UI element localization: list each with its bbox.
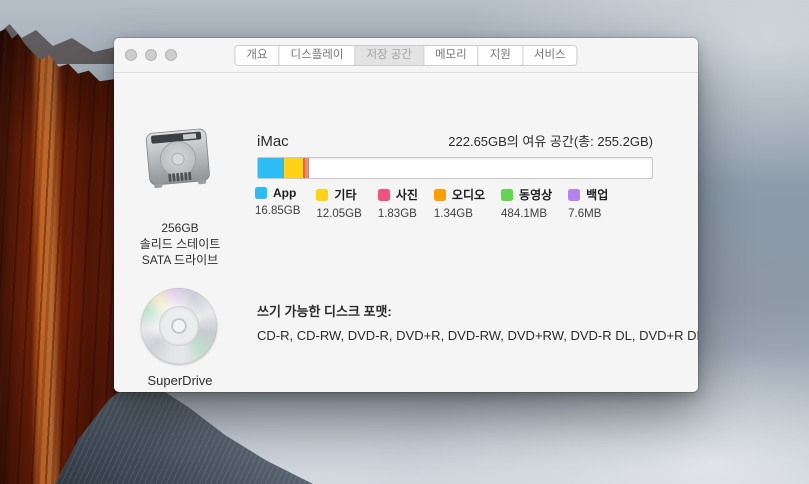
legend-label: 오디오 — [452, 186, 485, 203]
minimize-button[interactable] — [145, 49, 157, 61]
legend-value: 1.83GB — [378, 208, 418, 220]
about-mac-window: 개요디스플레이저장 공간메모리지원서비스 — [114, 38, 698, 392]
device-name: iMac — [257, 133, 289, 150]
legend-color-chip — [255, 187, 267, 199]
drive-label-line: 솔리드 스테이트 — [122, 236, 238, 252]
drive-label-line: 256GB — [122, 220, 238, 236]
legend-value: 1.34GB — [434, 208, 485, 220]
superdrive-label: SuperDrive — [122, 373, 238, 388]
legend-value: 16.85GB — [255, 205, 300, 217]
tab-storage[interactable]: 저장 공간 — [354, 46, 423, 65]
bar-segment-other — [284, 158, 303, 178]
storage-tabs: 개요디스플레이저장 공간메모리지원서비스 — [234, 45, 577, 66]
superdrive-disc-icon — [141, 288, 217, 364]
legend-label: App — [273, 186, 296, 200]
legend-item-other: 기타 12.05GB — [316, 186, 361, 220]
legend-color-chip — [568, 189, 580, 201]
storage-usage-bar — [257, 157, 653, 179]
legend-item-app: App 16.85GB — [255, 186, 300, 220]
drive-label-line: SATA 드라이브 — [122, 252, 238, 268]
legend-color-chip — [501, 189, 513, 201]
bar-segment-backups — [308, 158, 309, 178]
traffic-lights — [125, 49, 177, 61]
zoom-button[interactable] — [165, 49, 177, 61]
legend-label: 백업 — [586, 186, 608, 203]
legend-label: 기타 — [334, 186, 356, 203]
tab-displays[interactable]: 디스플레이 — [279, 46, 355, 65]
legend-value: 7.6MB — [568, 208, 608, 220]
legend-label: 사진 — [396, 186, 418, 203]
tab-overview[interactable]: 개요 — [235, 46, 278, 65]
legend-color-chip — [316, 189, 328, 201]
hard-drive-icon — [140, 126, 216, 192]
storage-legend: App 16.85GB 기타 12.05GB 사진 1.83GB 오디오 1.34GB 동영상 4… — [255, 186, 624, 220]
free-space-text: 222.65GB의 여유 공간(총: 255.2GB) — [448, 131, 653, 150]
storage-pane: 256GB솔리드 스테이트SATA 드라이브 SuperDrive iMac 2… — [114, 73, 698, 391]
bar-segment-app — [258, 158, 284, 178]
legend-label: 동영상 — [519, 186, 552, 203]
legend-item-photos: 사진 1.83GB — [378, 186, 418, 220]
writable-formats-list: CD-R, CD-RW, DVD-R, DVD+R, DVD-RW, DVD+R… — [257, 328, 677, 343]
close-button[interactable] — [125, 49, 137, 61]
legend-color-chip — [434, 189, 446, 201]
window-toolbar[interactable]: 개요디스플레이저장 공간메모리지원서비스 — [114, 38, 698, 73]
writable-formats-title: 쓰기 가능한 디스크 포맷: — [257, 301, 392, 320]
tab-memory[interactable]: 메모리 — [423, 46, 478, 65]
legend-item-movies: 동영상 484.1MB — [501, 186, 552, 220]
legend-color-chip — [378, 189, 390, 201]
storage-header: iMac 222.65GB의 여유 공간(총: 255.2GB) — [257, 131, 653, 150]
legend-value: 484.1MB — [501, 208, 552, 220]
disc-hole — [172, 319, 186, 333]
tab-support[interactable]: 지원 — [478, 46, 522, 65]
tab-service[interactable]: 서비스 — [522, 46, 577, 65]
internal-drive-label: 256GB솔리드 스테이트SATA 드라이브 — [122, 220, 238, 268]
legend-value: 12.05GB — [316, 208, 361, 220]
legend-item-backups: 백업 7.6MB — [568, 186, 608, 220]
legend-item-audio: 오디오 1.34GB — [434, 186, 485, 220]
